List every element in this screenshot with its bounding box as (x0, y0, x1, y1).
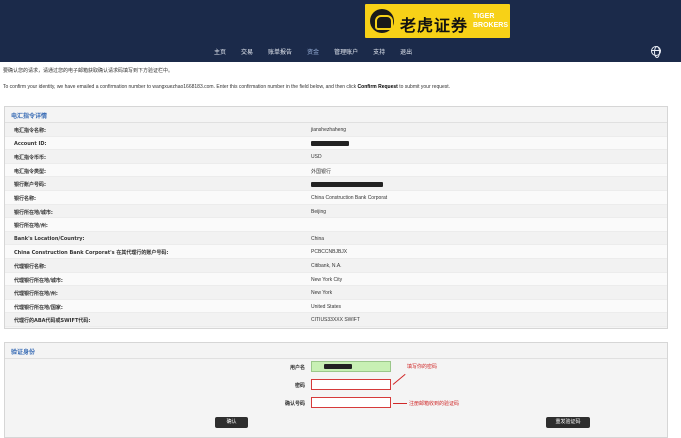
wire-instruction-details: 电汇指令详情 电汇指令名称: jianshezhaheng Account ID: 电… (4, 106, 668, 329)
detail-row: 代理行的ABA代码或SWIFT代码: CITIUS33XXX SWIFT (5, 313, 667, 327)
detail-value: New York City (311, 276, 343, 283)
detail-row: 电汇指令名称: jianshezhaheng (5, 123, 667, 137)
detail-label: 电汇指令类型: (14, 168, 47, 175)
code-arrow (393, 403, 407, 404)
nav-item[interactable]: 退出 (400, 47, 412, 56)
intro-english: To confirm your identity, we have emaile… (3, 84, 451, 90)
detail-label: Bank's Location/Country: (14, 235, 85, 242)
detail-label: 代理银行名称: (14, 263, 47, 270)
detail-row: 代理银行所在地/国家: United States (5, 299, 667, 314)
detail-label: 代理银行所在地/城市: (14, 277, 63, 284)
detail-label: 电汇指令币币: (14, 155, 47, 162)
detail-value: jianshezhaheng (311, 127, 347, 133)
code-note: 注册邮箱收到的验证码 (409, 401, 460, 407)
detail-value: New York (311, 290, 333, 297)
detail-label: 银行账户号码: (14, 182, 47, 189)
detail-value: USD (311, 154, 322, 161)
password-row: 密码 (5, 379, 669, 391)
nav-item[interactable]: 账单报告 (268, 47, 292, 56)
confirm-code-row: 确认号码 (5, 397, 669, 409)
detail-row: 银行名称: China Construction Bank Corporat (5, 190, 667, 205)
detail-value: 外国银行 (311, 168, 332, 175)
detail-label: Account ID: (14, 140, 47, 147)
password-label: 密码 (294, 383, 305, 389)
redacted-value (311, 181, 383, 187)
username-label: 用户名 (289, 365, 305, 371)
password-note: 填写你的密码 (407, 364, 438, 370)
detail-value: Citibank, N.A. (311, 262, 342, 269)
detail-row: 电汇指令币币: USD (5, 150, 667, 164)
details-title: 电汇指令详情 (5, 107, 667, 123)
top-header: 老虎证券 TIGER BROKERS 主页 交易 账单报告 资金 管理账户 支持 退出 (0, 0, 681, 62)
detail-label: 银行名称: (14, 195, 36, 202)
detail-label: 代理银行所在地/州: (14, 291, 58, 298)
tiger-logo-icon (370, 9, 394, 33)
confirm-code-label: 确认号码 (284, 401, 305, 407)
detail-row: 代理银行所在地/城市: New York City (5, 272, 667, 287)
detail-row: China Construction Bank Corporat's 在其代理行… (5, 245, 667, 259)
username-row: 用户名 (5, 361, 669, 373)
logo-chinese-text: 老虎证券 (400, 16, 469, 35)
detail-label: 电汇指令名称: (14, 128, 47, 134)
nav-item[interactable]: 资金 (307, 47, 319, 56)
nav-item[interactable]: 管理账户 (334, 47, 358, 56)
globe-icon[interactable] (651, 46, 661, 58)
detail-row: 银行所在地/州: (5, 218, 667, 232)
detail-row: Account ID: (5, 136, 667, 151)
nav-item[interactable]: 交易 (241, 47, 253, 56)
resend-code-button[interactable]: 重发验证码 (546, 417, 590, 428)
detail-value: United States (311, 303, 342, 310)
detail-row: 电汇指令类型: 外国银行 (5, 163, 667, 178)
detail-value: China (311, 235, 325, 242)
tiger-brokers-logo[interactable]: 老虎证券 TIGER BROKERS (365, 4, 510, 38)
nav-item[interactable]: 主页 (214, 47, 226, 56)
detail-label: 银行所在地/城市: (14, 209, 53, 216)
detail-row: 代理银行名称: Citibank, N.A. (5, 258, 667, 273)
username-redaction (324, 364, 352, 369)
details-table: 电汇指令名称: jianshezhaheng Account ID: 电汇指令币币: U… (5, 123, 667, 327)
detail-value: Beijing (311, 208, 327, 215)
detail-label: 银行所在地/州: (14, 223, 48, 230)
detail-row: 代理银行所在地/州: New York (5, 286, 667, 300)
confirm-button[interactable]: 确认 (215, 417, 248, 428)
password-field[interactable] (311, 379, 391, 390)
confirm-code-field[interactable] (311, 397, 391, 408)
detail-row: 银行账户号码: (5, 177, 667, 191)
nav-item[interactable]: 支持 (373, 47, 385, 56)
main-nav: 主页 交易 账单报告 资金 管理账户 支持 退出 (214, 47, 427, 56)
verify-identity-section: 验证身份 用户名 密码 确认号码 填写你的密码 注册邮箱收到的验证码 确认 重发… (4, 342, 668, 438)
detail-row: Bank's Location/Country: China (5, 231, 667, 246)
detail-label: 代理行的ABA代码或SWIFT代码: (14, 318, 91, 325)
logo-english-text: TIGER BROKERS (473, 13, 509, 29)
intro-chinese: 要确认您的请求，请通过您的电子邮箱获取确认请求码填写到下方验证栏中。 (3, 68, 174, 74)
detail-value: China Construction Bank Corporat (311, 194, 388, 201)
detail-row: 银行所在地/城市: Beijing (5, 204, 667, 219)
detail-value: PCBCCNBJBJX (311, 249, 348, 256)
verify-title: 验证身份 (5, 343, 667, 359)
detail-value (311, 140, 349, 147)
detail-value: CITIUS33XXX SWIFT (311, 317, 360, 324)
detail-value (311, 181, 383, 187)
redacted-value (311, 140, 349, 146)
detail-label: China Construction Bank Corporat's 在其代理行… (14, 250, 169, 257)
detail-label: 代理银行所在地/国家: (14, 304, 63, 311)
